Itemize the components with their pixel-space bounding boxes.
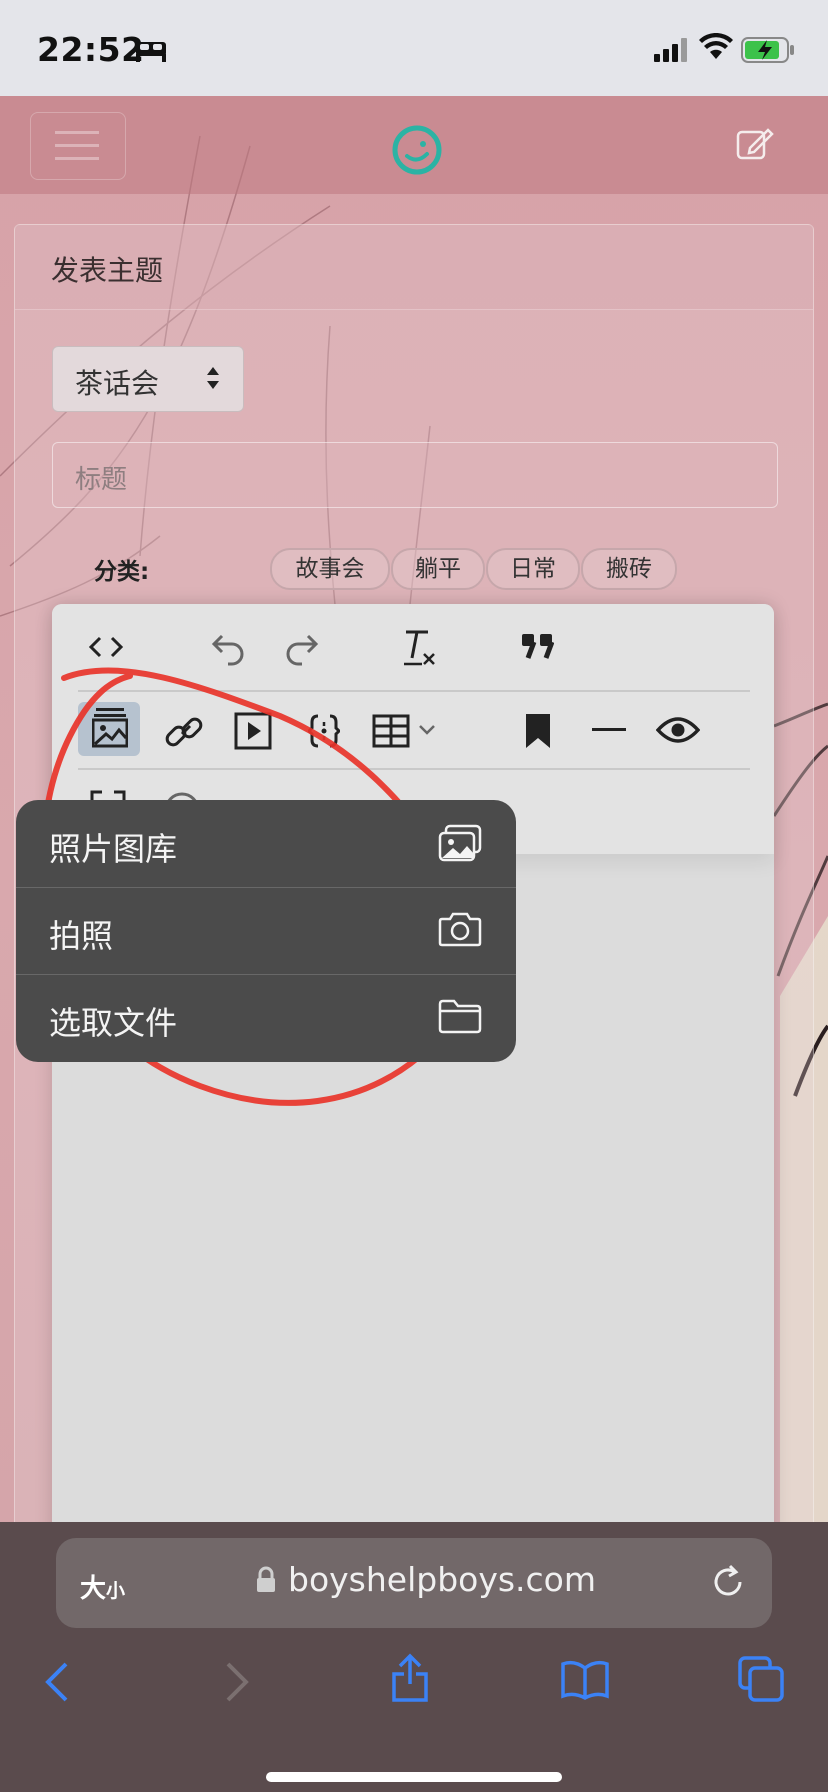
back-icon[interactable]: [44, 1660, 70, 1704]
text-size-small: 小: [106, 1580, 126, 1602]
web-page: 发表主题 茶话会 标题 分类: 故事会 躺平 日常 搬砖 照片图库 拍照 选取文…: [0, 96, 828, 1522]
menu-item-choose-file[interactable]: 选取文件: [16, 974, 516, 1061]
image-source-menu: 照片图库 拍照 选取文件: [16, 800, 516, 1062]
share-icon[interactable]: [390, 1652, 430, 1704]
folder-icon: [438, 999, 482, 1034]
menu-item-take-photo[interactable]: 拍照: [16, 887, 516, 975]
reload-icon[interactable]: [710, 1564, 746, 1600]
status-bar: 22:52: [0, 0, 828, 96]
menu-item-label: 照片图库: [49, 830, 178, 868]
sleep-focus-icon: [136, 42, 166, 62]
address-bar[interactable]: 大小 boyshelpboys.com: [56, 1538, 772, 1628]
tabs-icon[interactable]: [738, 1656, 784, 1702]
photo-library-icon: [438, 824, 482, 862]
camera-icon: [438, 912, 482, 947]
home-indicator: [266, 1772, 562, 1782]
battery-charging-icon: [741, 37, 794, 63]
wifi-icon: [699, 33, 733, 59]
url-text: boyshelpboys.com: [288, 1560, 597, 1599]
lock-icon: [257, 1566, 275, 1592]
menu-item-label: 拍照: [49, 917, 114, 955]
forward-icon[interactable]: [224, 1660, 250, 1704]
text-size-button[interactable]: 大小: [80, 1568, 125, 1605]
cellular-signal-icon: [654, 38, 687, 62]
bookmarks-icon[interactable]: [560, 1660, 610, 1700]
menu-item-photo-library[interactable]: 照片图库: [16, 800, 516, 888]
status-time: 22:52: [37, 30, 145, 69]
browser-bottom-bar: 大小 boyshelpboys.com: [0, 1522, 828, 1792]
text-size-large: 大: [80, 1574, 107, 1604]
menu-item-label: 选取文件: [49, 1004, 178, 1042]
